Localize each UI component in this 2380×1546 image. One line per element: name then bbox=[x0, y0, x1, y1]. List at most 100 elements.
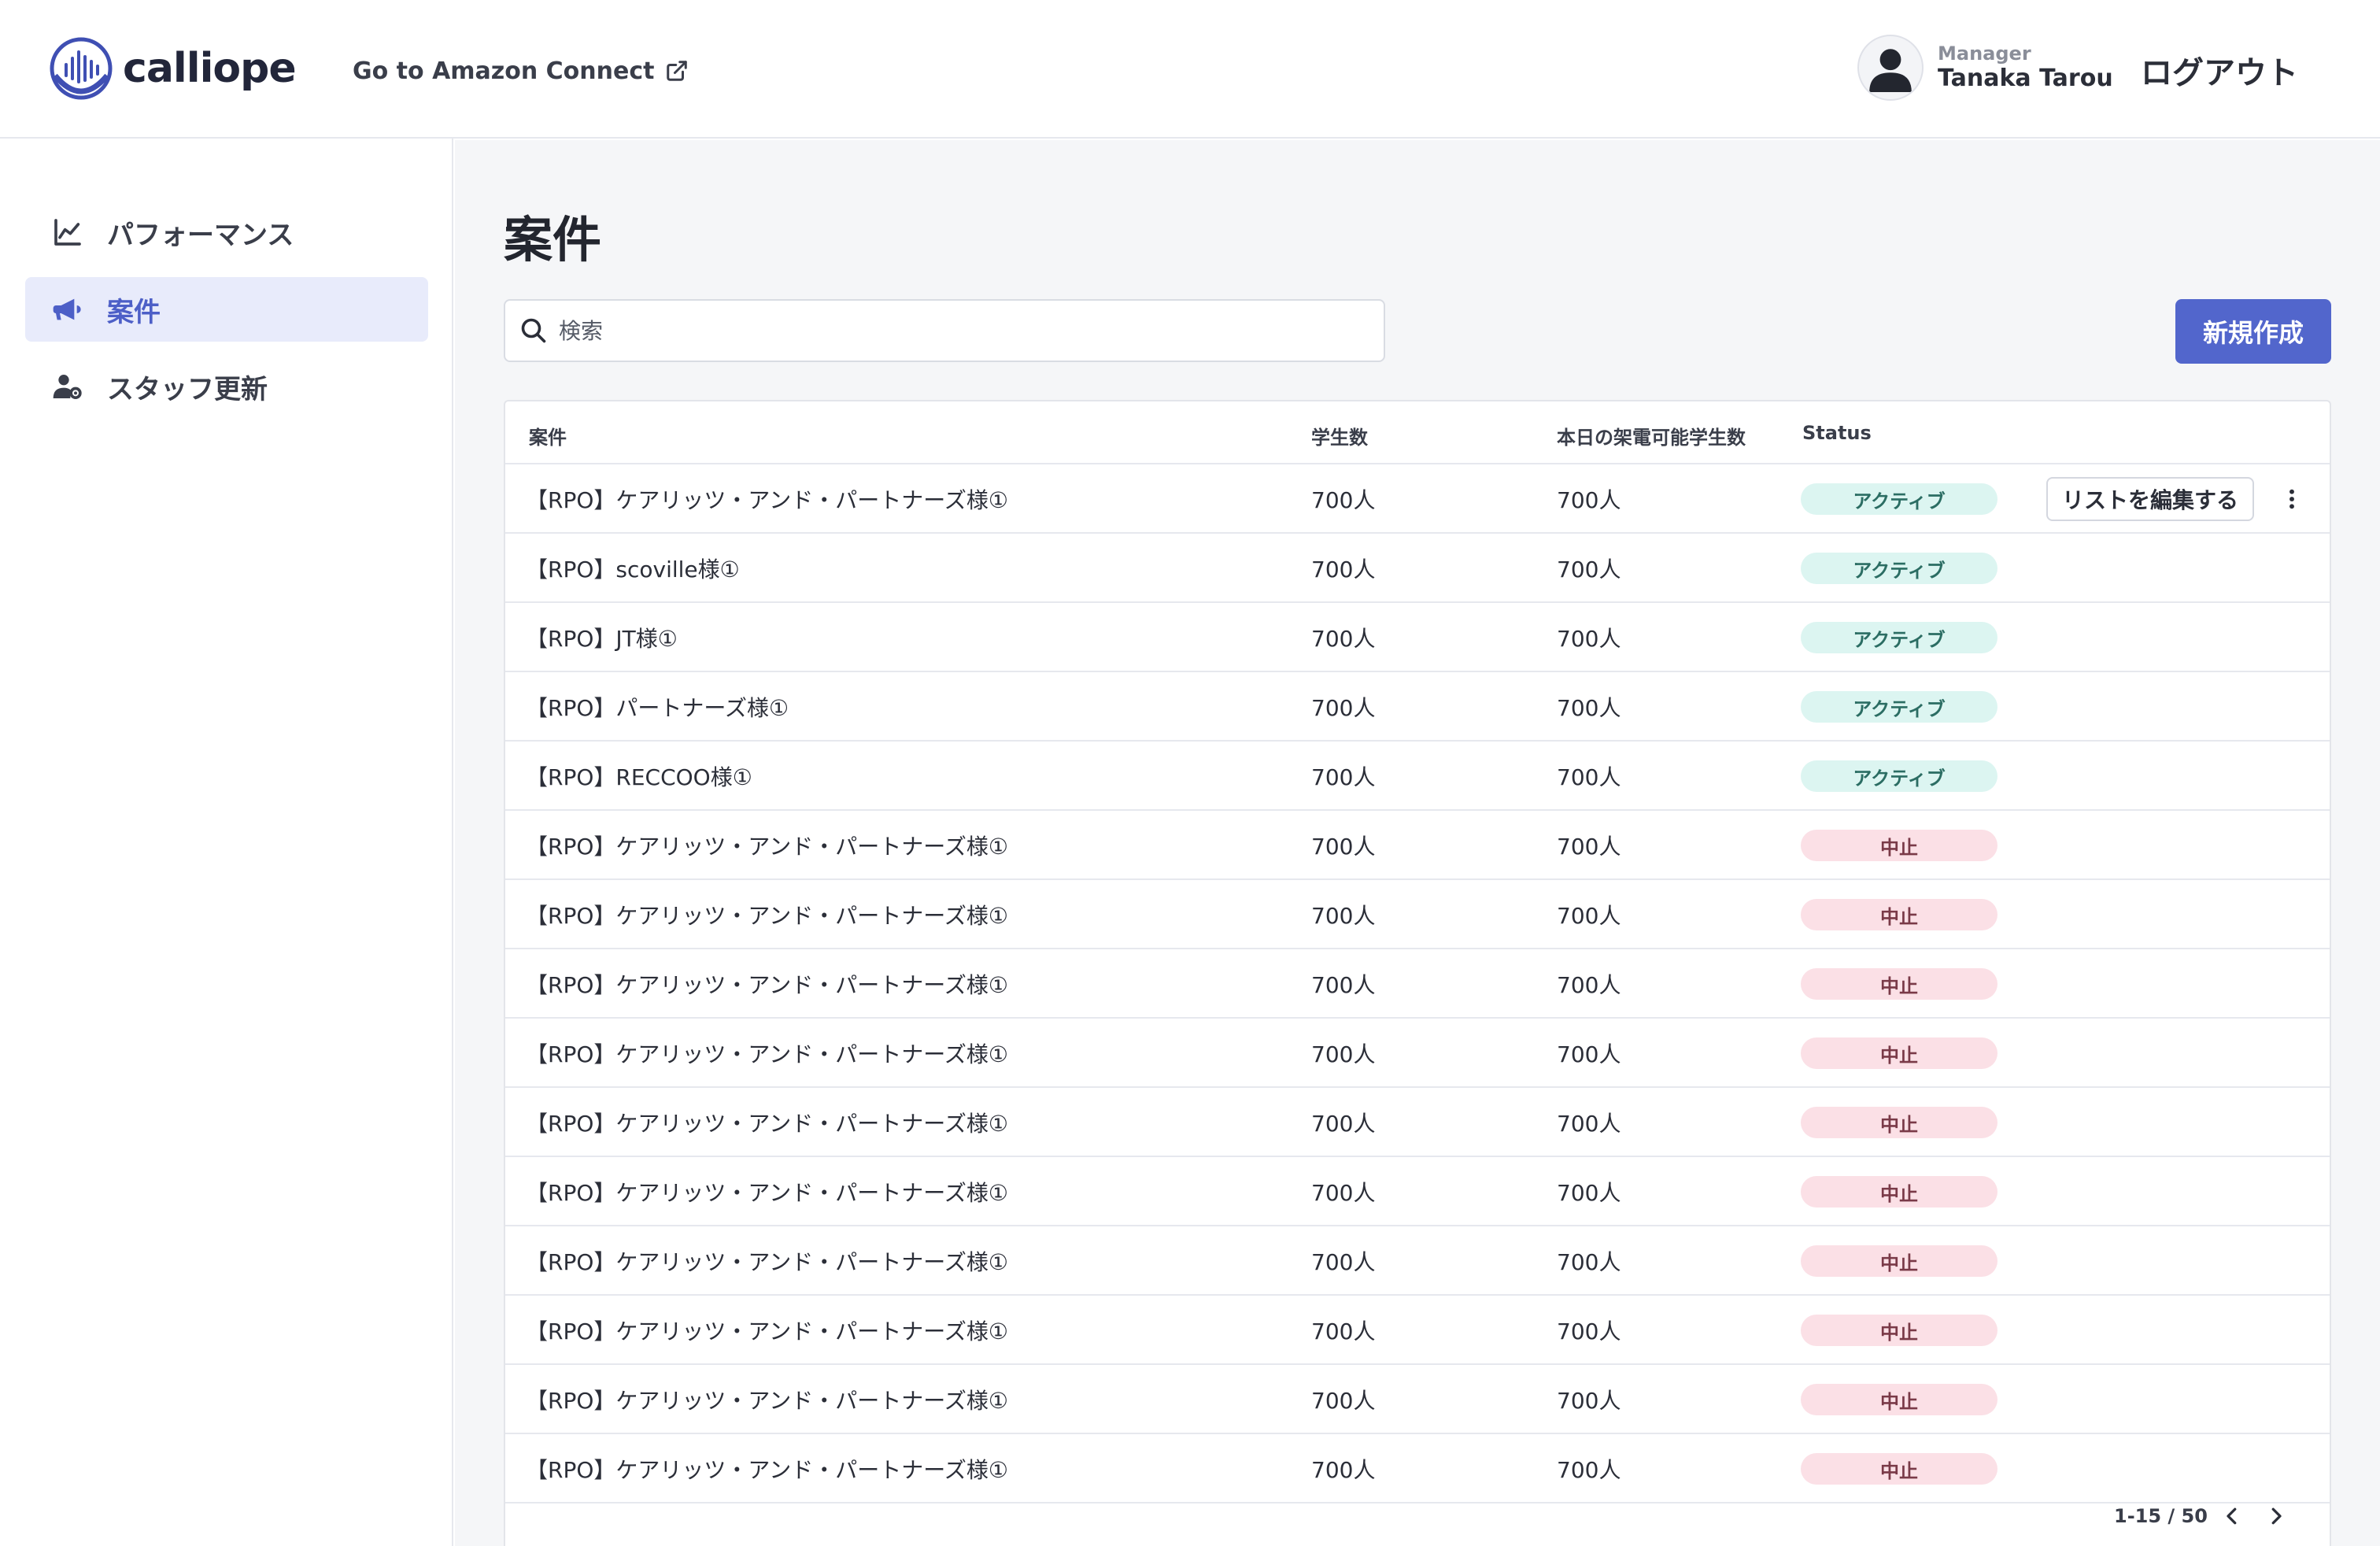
status-badge: アクティブ bbox=[1801, 553, 1998, 584]
table-row[interactable]: 【RPO】ケアリッツ・アンド・パートナーズ様① 700人 700人 中止 bbox=[505, 811, 2330, 880]
sidebar-item-performance[interactable]: パフォーマンス bbox=[25, 200, 428, 264]
search-input[interactable] bbox=[559, 317, 1346, 344]
row-callable: 700人 bbox=[1557, 1388, 1621, 1414]
row-callable: 700人 bbox=[1557, 764, 1621, 790]
row-students: 700人 bbox=[1311, 903, 1376, 929]
row-callable: 700人 bbox=[1557, 834, 1621, 860]
logo-text: calliope bbox=[123, 45, 297, 92]
status-badge: 中止 bbox=[1801, 968, 1998, 1000]
table-row[interactable]: 【RPO】ケアリッツ・アンド・パートナーズ様① 700人 700人 中止 bbox=[505, 1226, 2330, 1296]
status-badge: 中止 bbox=[1801, 1037, 1998, 1069]
row-callable: 700人 bbox=[1557, 1249, 1621, 1275]
row-students: 700人 bbox=[1311, 1180, 1376, 1206]
search-box[interactable] bbox=[504, 299, 1385, 362]
table-row[interactable]: 【RPO】ケアリッツ・アンド・パートナーズ様① 700人 700人 中止 bbox=[505, 1296, 2330, 1365]
row-name: 【RPO】ケアリッツ・アンド・パートナーズ様① bbox=[526, 1388, 1008, 1414]
row-students: 700人 bbox=[1311, 695, 1376, 721]
row-callable: 700人 bbox=[1557, 626, 1621, 652]
table-row[interactable]: 【RPO】RECCOO様① 700人 700人 アクティブ bbox=[505, 742, 2330, 811]
user-avatar-icon bbox=[1869, 49, 1912, 92]
sidebar-item-label: 案件 bbox=[107, 296, 161, 328]
chart-line-icon bbox=[54, 219, 81, 246]
table-row[interactable]: 【RPO】ケアリッツ・アンド・パートナーズ様① 700人 700人 アクティブ リストを… bbox=[505, 464, 2330, 534]
row-students: 700人 bbox=[1311, 557, 1376, 583]
table-row[interactable]: 【RPO】ケアリッツ・アンド・パートナーズ様① 700人 700人 中止 bbox=[505, 1019, 2330, 1088]
row-name: 【RPO】RECCOO様① bbox=[526, 764, 752, 790]
row-callable: 700人 bbox=[1557, 1180, 1621, 1206]
header-status: Status bbox=[1802, 422, 1872, 444]
status-badge: アクティブ bbox=[1801, 760, 1998, 792]
search-icon bbox=[521, 318, 546, 343]
sidebar-item-projects[interactable]: 案件 bbox=[25, 277, 428, 342]
sidebar-item-staff-update[interactable]: スタッフ更新 bbox=[25, 354, 428, 419]
status-badge: アクティブ bbox=[1801, 691, 1998, 723]
row-callable: 700人 bbox=[1557, 487, 1621, 513]
row-students: 700人 bbox=[1311, 972, 1376, 998]
row-students: 700人 bbox=[1311, 1041, 1376, 1067]
avatar bbox=[1857, 35, 1924, 101]
chevron-left-icon bbox=[2227, 1507, 2237, 1525]
sidebar-item-label: パフォーマンス bbox=[107, 219, 294, 251]
external-link-icon bbox=[667, 61, 688, 81]
prev-page-button[interactable] bbox=[2215, 1499, 2249, 1533]
row-callable: 700人 bbox=[1557, 1319, 1621, 1344]
row-name: 【RPO】ケアリッツ・アンド・パートナーズ様① bbox=[526, 1249, 1008, 1275]
row-callable: 700人 bbox=[1557, 695, 1621, 721]
row-callable: 700人 bbox=[1557, 1041, 1621, 1067]
next-page-button[interactable] bbox=[2259, 1499, 2293, 1533]
status-badge: 中止 bbox=[1801, 1315, 1998, 1346]
row-callable: 700人 bbox=[1557, 1457, 1621, 1483]
table-row[interactable]: 【RPO】JT様① 700人 700人 アクティブ bbox=[505, 603, 2330, 672]
edit-list-button[interactable]: リストを編集する bbox=[2046, 477, 2254, 521]
user-name: Tanaka Tarou bbox=[1938, 65, 2113, 93]
table-row[interactable]: 【RPO】パートナーズ様① 700人 700人 アクティブ bbox=[505, 672, 2330, 742]
table-row[interactable]: 【RPO】ケアリッツ・アンド・パートナーズ様① 700人 700人 中止 bbox=[505, 1157, 2330, 1226]
more-vertical-icon bbox=[2289, 489, 2294, 509]
row-name: 【RPO】ケアリッツ・アンド・パートナーズ様① bbox=[526, 1319, 1008, 1344]
row-students: 700人 bbox=[1311, 834, 1376, 860]
row-callable: 700人 bbox=[1557, 557, 1621, 583]
user-gear-icon bbox=[53, 375, 82, 399]
table-row[interactable]: 【RPO】ケアリッツ・アンド・パートナーズ様① 700人 700人 中止 bbox=[505, 949, 2330, 1019]
projects-table: 案件 学生数 本日の架電可能学生数 Status 【RPO】ケアリッツ・アンド・… bbox=[504, 400, 2331, 1546]
row-name: 【RPO】JT様① bbox=[526, 626, 678, 652]
row-students: 700人 bbox=[1311, 764, 1376, 790]
row-name: 【RPO】ケアリッツ・アンド・パートナーズ様① bbox=[526, 1041, 1008, 1067]
row-name: 【RPO】ケアリッツ・アンド・パートナーズ様① bbox=[526, 903, 1008, 929]
user-role: Manager bbox=[1938, 42, 2031, 65]
table-header: 案件 学生数 本日の架電可能学生数 Status bbox=[505, 401, 2330, 464]
row-name: 【RPO】ケアリッツ・アンド・パートナーズ様① bbox=[526, 1180, 1008, 1206]
row-students: 700人 bbox=[1311, 1249, 1376, 1275]
sidebar-item-label: スタッフ更新 bbox=[107, 373, 268, 405]
row-students: 700人 bbox=[1311, 487, 1376, 513]
user-profile[interactable]: Manager Tanaka Tarou bbox=[1857, 35, 2113, 101]
header-students: 学生数 bbox=[1311, 427, 1368, 449]
status-badge: 中止 bbox=[1801, 1453, 1998, 1485]
logo[interactable]: calliope bbox=[49, 36, 297, 101]
status-badge: 中止 bbox=[1801, 1107, 1998, 1138]
logout-button[interactable]: ログアウト bbox=[2141, 47, 2298, 93]
page-title: 案件 bbox=[504, 211, 602, 268]
status-badge: アクティブ bbox=[1801, 622, 1998, 653]
table-row[interactable]: 【RPO】ケアリッツ・アンド・パートナーズ様① 700人 700人 中止 bbox=[505, 1365, 2330, 1434]
row-callable: 700人 bbox=[1557, 972, 1621, 998]
status-badge: アクティブ bbox=[1801, 483, 1998, 515]
table-row[interactable]: 【RPO】ケアリッツ・アンド・パートナーズ様① 700人 700人 中止 bbox=[505, 880, 2330, 949]
row-name: 【RPO】ケアリッツ・アンド・パートナーズ様① bbox=[526, 972, 1008, 998]
table-row[interactable]: 【RPO】ケアリッツ・アンド・パートナーズ様① 700人 700人 中止 bbox=[505, 1088, 2330, 1157]
table-row[interactable]: 【RPO】scoville様① 700人 700人 アクティブ bbox=[505, 534, 2330, 603]
chevron-right-icon bbox=[2271, 1507, 2282, 1525]
row-students: 700人 bbox=[1311, 1319, 1376, 1344]
row-name: 【RPO】ケアリッツ・アンド・パートナーズ様① bbox=[526, 487, 1008, 513]
top-header: calliope Go to Amazon Connect Manager Ta… bbox=[0, 0, 2380, 139]
row-callable: 700人 bbox=[1557, 1111, 1621, 1137]
amazon-connect-link[interactable]: Go to Amazon Connect bbox=[353, 52, 689, 90]
header-callable: 本日の架電可能学生数 bbox=[1557, 427, 1746, 449]
main-content: 案件 新規作成 案件 学生数 本日の架電可能学生数 Status 【RPO】ケア… bbox=[455, 140, 2380, 1546]
app-window: calliope Go to Amazon Connect Manager Ta… bbox=[0, 0, 2380, 1546]
more-options-button[interactable] bbox=[2273, 480, 2311, 518]
create-new-button[interactable]: 新規作成 bbox=[2175, 299, 2331, 364]
row-students: 700人 bbox=[1311, 1457, 1376, 1483]
status-badge: 中止 bbox=[1801, 830, 1998, 861]
pagination-text: 1-15 / 50 bbox=[2114, 1505, 2208, 1527]
